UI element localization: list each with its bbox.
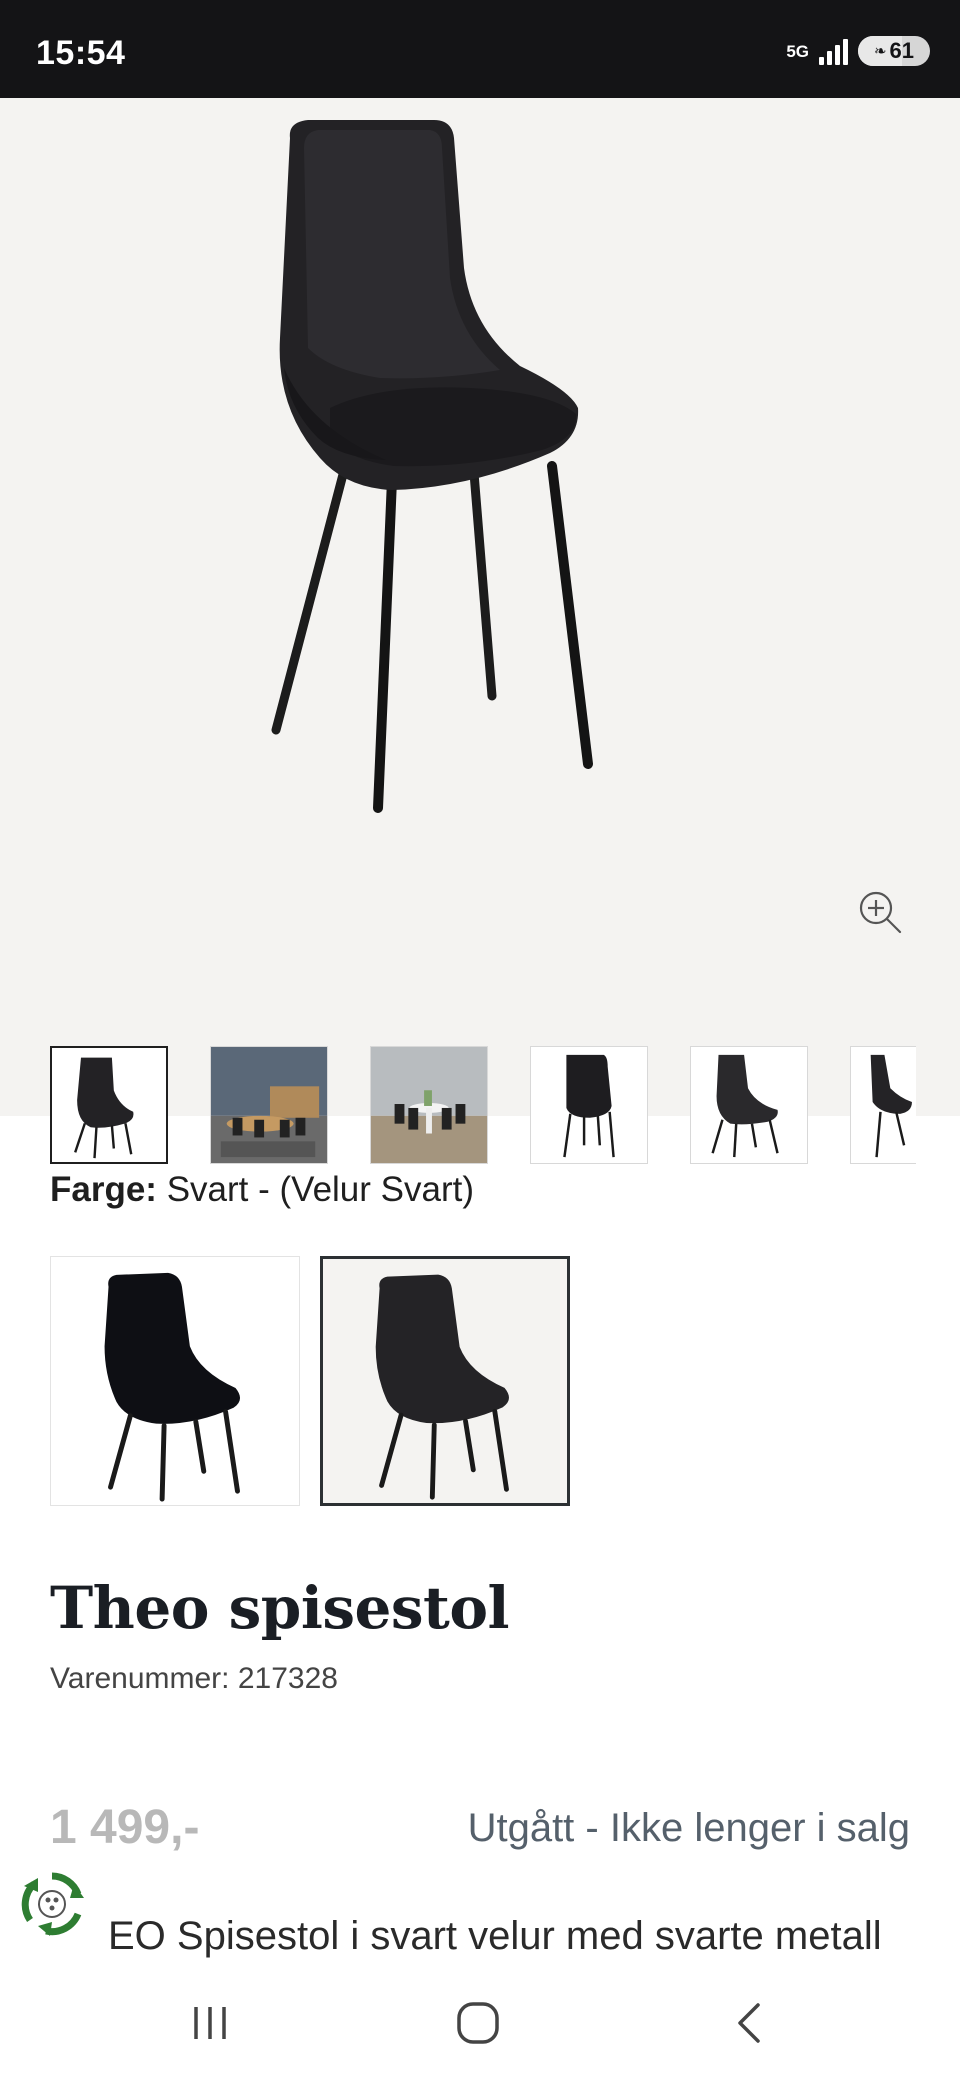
recent-apps-icon (194, 2007, 226, 2039)
status-bar: 15:54 5G ❧ 61 (0, 0, 960, 98)
color-swatch-black[interactable] (50, 1256, 300, 1506)
thumb-dining-room-1[interactable] (210, 1046, 328, 1164)
thumb-dining-room-2[interactable] (370, 1046, 488, 1164)
signal-icon (819, 37, 848, 65)
zoom-in-icon[interactable] (856, 888, 904, 936)
home-icon (457, 2002, 499, 2044)
leaf-icon: ❧ (873, 43, 887, 60)
thumb-chair-front[interactable] (50, 1046, 168, 1164)
product-title: Theo spisestol (50, 1574, 510, 1642)
color-label-key: Farge: (50, 1170, 157, 1209)
product-price: 1 499,- (50, 1801, 200, 1854)
home-button[interactable] (438, 1988, 518, 2058)
back-icon (738, 2003, 760, 2043)
thumb-chair-angle[interactable] (690, 1046, 808, 1164)
product-description: EO Spisestol i svart velur med svarte me… (108, 1914, 882, 1958)
battery-icon: ❧ 61 (858, 36, 930, 66)
status-icons: 5G ❧ 61 (786, 36, 930, 66)
thumb-chair-side[interactable] (850, 1046, 916, 1164)
product-main-image[interactable] (180, 108, 780, 928)
color-label-value: Svart - (Velur Svart) (166, 1170, 474, 1209)
product-sku: Varenummer: 217328 (50, 1662, 338, 1695)
color-swatch-velur-black[interactable] (320, 1256, 570, 1506)
color-label: Farge: Svart - (Velur Svart) (50, 1170, 474, 1210)
recycle-badge-icon[interactable] (16, 1868, 88, 1940)
battery-level: 61 (889, 38, 915, 63)
thumbnail-strip (50, 1046, 916, 1166)
network-5g-icon: 5G (786, 41, 809, 61)
back-button[interactable] (710, 1988, 790, 2058)
system-nav-bar (0, 1968, 960, 2080)
availability-status: Utgått - Ikke lenger i salg (467, 1806, 910, 1850)
status-time: 15:54 (36, 34, 126, 72)
product-gallery (0, 98, 960, 1164)
recent-apps-button[interactable] (170, 1988, 250, 2058)
thumb-chair-straight[interactable] (530, 1046, 648, 1164)
